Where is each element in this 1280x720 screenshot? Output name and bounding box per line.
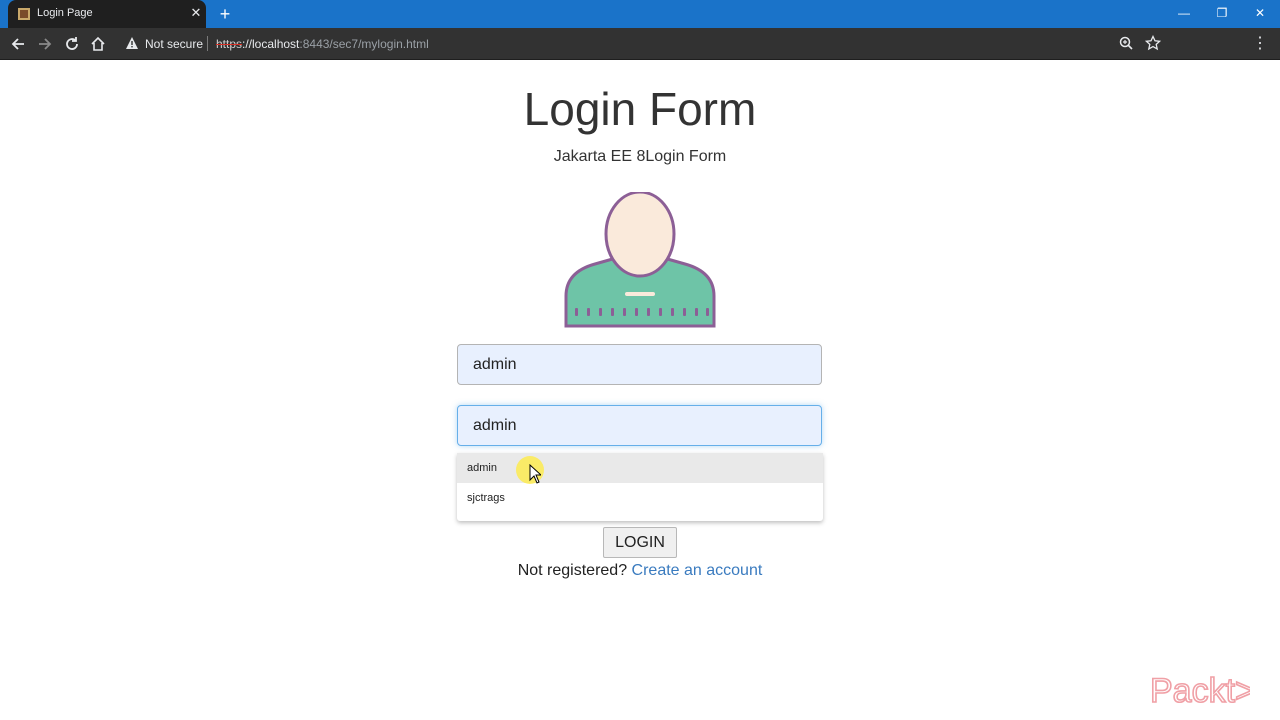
url-host: ://localhost [242,37,300,51]
reload-icon[interactable] [62,34,82,54]
url-text[interactable]: https://localhost:8443/sec7/mylogin.html [216,37,429,51]
packt-logo-text: Packt> [1150,672,1250,710]
minimize-icon[interactable]: — [1175,5,1193,21]
warning-icon [126,37,138,49]
register-prompt: Not registered? Create an account [0,562,1280,580]
address-bar[interactable]: Not secure https://localhost:8443/sec7/m… [118,31,1178,56]
password-input[interactable] [457,405,822,446]
page-subtitle: Jakarta EE 8Login Form [553,148,727,165]
forward-icon[interactable] [35,34,55,54]
omnibox-divider [207,36,208,51]
tab-close-icon[interactable]: ✕ [188,5,204,21]
new-tab-button[interactable]: + [216,5,234,23]
autocomplete-option[interactable]: admin [457,453,823,483]
user-avatar-icon [564,192,716,328]
autocomplete-option[interactable]: sjctrags [457,483,823,513]
menu-icon[interactable]: ⋮ [1252,34,1268,54]
browser-toolbar: Not secure https://localhost:8443/sec7/m… [0,28,1280,60]
home-icon[interactable] [88,34,108,54]
browser-title-bar: Login Page ✕ + — ❐ ✕ [0,0,1280,28]
close-window-icon[interactable]: ✕ [1251,5,1269,21]
packt-logo: Packt> [1150,671,1250,710]
zoom-icon[interactable] [1118,35,1134,51]
mouse-cursor-icon [529,464,541,484]
restore-icon[interactable]: ❐ [1213,5,1231,21]
create-account-link[interactable]: Create an account [632,562,763,579]
browser-tab[interactable]: Login Page ✕ [8,0,206,28]
login-button[interactable]: LOGIN [603,527,677,558]
url-path: :8443/sec7/mylogin.html [299,37,429,51]
page-favicon-icon [18,8,30,20]
url-scheme: https [216,37,243,51]
username-input[interactable] [457,344,822,385]
back-icon[interactable] [8,34,28,54]
autocomplete-dropdown: admin sjctrags [457,453,823,521]
tab-title: Login Page [37,7,93,19]
register-prefix: Not registered? [517,562,628,579]
star-icon[interactable] [1145,35,1161,51]
security-label[interactable]: Not secure [145,37,203,51]
page-title: Login Form [523,83,757,135]
